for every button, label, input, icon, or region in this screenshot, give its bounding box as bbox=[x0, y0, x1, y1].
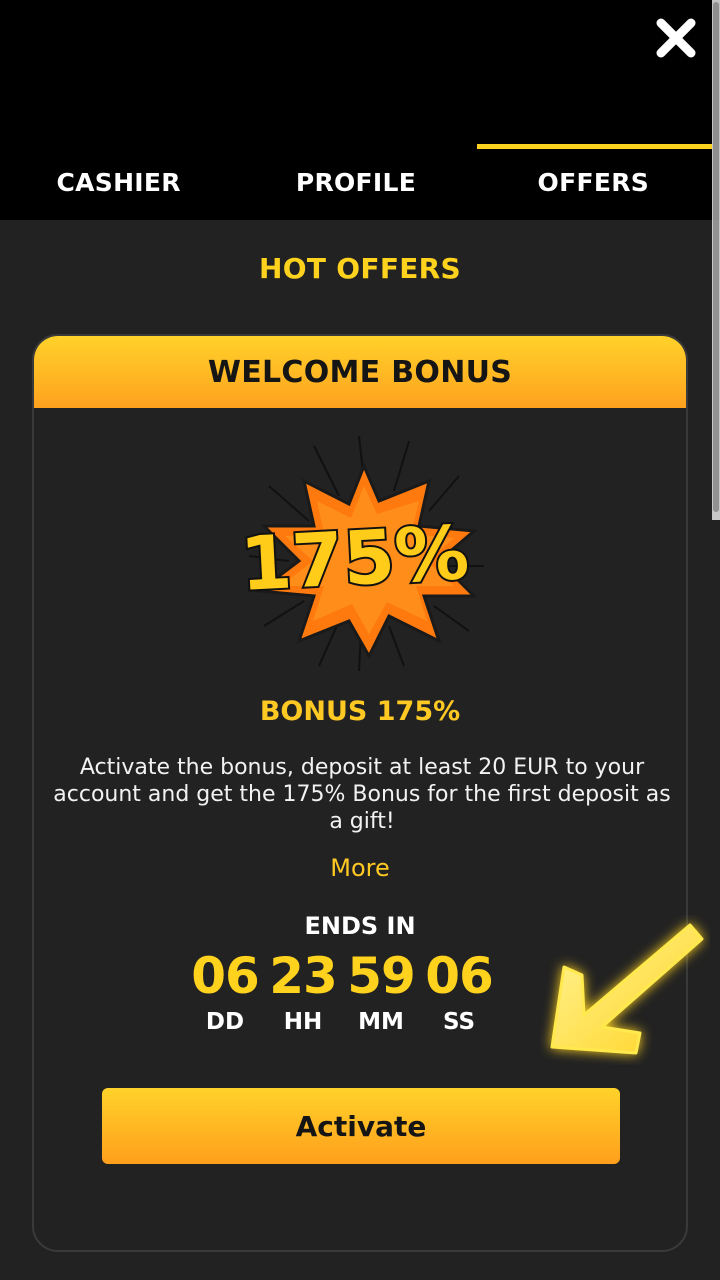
countdown-days: 06 DD bbox=[186, 944, 264, 1036]
section-title: HOT OFFERS bbox=[259, 252, 461, 285]
countdown-hours: 23 HH bbox=[264, 944, 342, 1036]
tab-offers-label: OFFERS bbox=[537, 167, 650, 197]
tab-offers[interactable]: OFFERS bbox=[475, 144, 713, 220]
tab-profile[interactable]: PROFILE bbox=[237, 144, 474, 220]
activate-button[interactable]: Activate bbox=[102, 1088, 620, 1164]
countdown-minutes-value: 59 bbox=[347, 947, 416, 1005]
countdown-hours-label: HH bbox=[283, 1009, 323, 1035]
countdown-hours-value: 23 bbox=[269, 947, 338, 1005]
badge-text: 175% bbox=[238, 510, 471, 608]
tab-profile-label: PROFILE bbox=[295, 167, 417, 197]
top-header: CASHIER PROFILE OFFERS bbox=[0, 0, 720, 220]
tab-cashier[interactable]: CASHIER bbox=[0, 144, 237, 220]
close-icon[interactable] bbox=[652, 14, 700, 62]
close-button[interactable] bbox=[652, 14, 700, 62]
countdown-days-value: 06 bbox=[191, 947, 260, 1005]
tab-bar: CASHIER PROFILE OFFERS bbox=[0, 144, 713, 220]
countdown-seconds-value: 06 bbox=[425, 947, 494, 1005]
more-link[interactable]: More bbox=[34, 854, 686, 882]
offers-screen: CASHIER PROFILE OFFERS HOT OFFERS WELCOM… bbox=[0, 0, 720, 1280]
offer-card-header: WELCOME BONUS bbox=[34, 336, 686, 408]
countdown-minutes: 59 MM bbox=[342, 944, 420, 1036]
bonus-title: BONUS 175% bbox=[259, 696, 461, 727]
pointing-arrow-icon bbox=[550, 923, 704, 1055]
bonus-description: Activate the bonus, deposit at least 20 … bbox=[53, 755, 671, 834]
countdown-seconds-label: SS bbox=[442, 1009, 476, 1035]
countdown-seconds: 06 SS bbox=[420, 944, 498, 1036]
countdown-minutes-label: MM bbox=[358, 1009, 404, 1035]
offer-header-label: WELCOME BONUS bbox=[207, 354, 513, 390]
activate-button-label: Activate bbox=[295, 1109, 427, 1143]
countdown-timer: 06 DD 23 HH 59 MM 06 SS bbox=[186, 944, 498, 1036]
countdown-days-label: DD bbox=[205, 1009, 245, 1035]
offer-card: WELCOME BONUS 175% BONUS 175% Activate t… bbox=[32, 334, 688, 1252]
tab-cashier-label: CASHIER bbox=[56, 167, 181, 197]
bonus-burst-image: 175% bbox=[236, 435, 484, 672]
